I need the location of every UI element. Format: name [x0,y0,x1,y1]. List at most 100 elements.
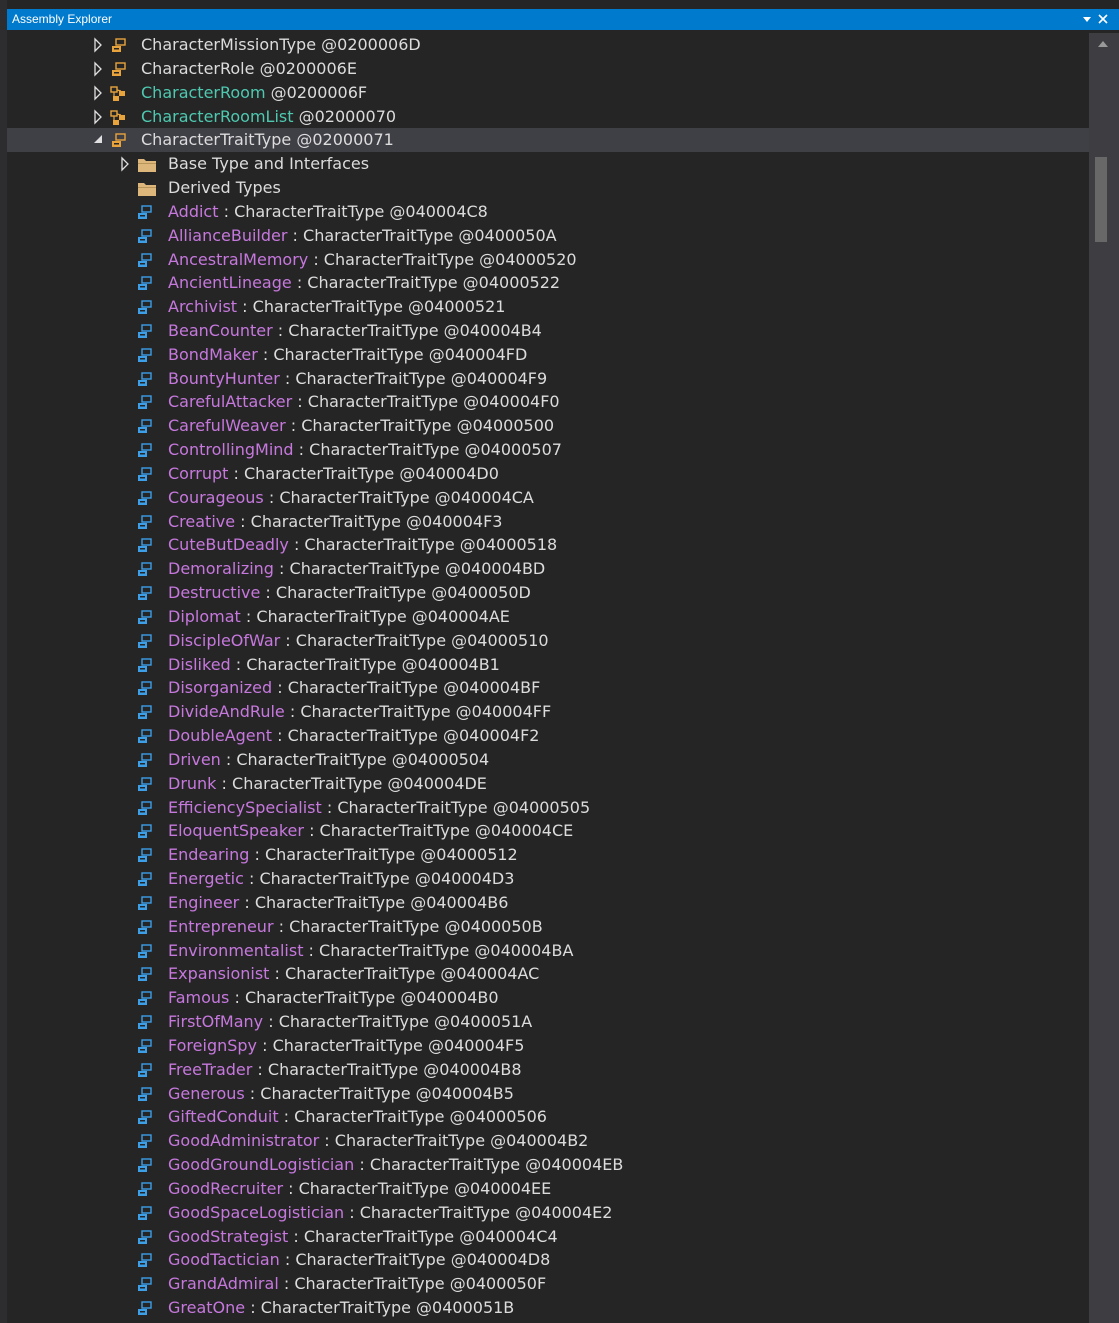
enum-field-node[interactable]: Courageous : CharacterTraitType @040004C… [7,486,1089,510]
field-name: FirstOfMany [168,1012,264,1031]
enum-field-node[interactable]: EloquentSpeaker : CharacterTraitType @04… [7,819,1089,843]
enum-field-node[interactable]: FirstOfMany : CharacterTraitType @040005… [7,1010,1089,1034]
field-type: CharacterTraitType [256,606,407,626]
enum-field-node[interactable]: Driven : CharacterTraitType @04000504 [7,748,1089,772]
enum-field-node[interactable]: CuteButDeadly : CharacterTraitType @0400… [7,533,1089,557]
type-node[interactable]: CharacterRoom @0200006F [7,81,1089,105]
enum-field-node[interactable]: Corrupt : CharacterTraitType @040004D0 [7,462,1089,486]
folder-node[interactable]: Derived Types [7,176,1089,200]
enum-field-node[interactable]: DoubleAgent : CharacterTraitType @040004… [7,724,1089,748]
enum-field-icon [136,1252,154,1268]
field-separator: : [273,559,290,579]
expand-arrow-icon[interactable] [92,33,104,57]
enum-field-node[interactable]: Energetic : CharacterTraitType @040004D3 [7,867,1089,891]
type-node[interactable]: CharacterTraitType @02000071 [7,128,1089,153]
enum-field-node[interactable]: Environmentalist : CharacterTraitType @0… [7,939,1089,963]
field-node-text: Entrepreneur : CharacterTraitType @04000… [168,915,543,939]
enum-field-node[interactable]: BeanCounter : CharacterTraitType @040004… [7,319,1089,343]
field-name: GoodTactician [168,1250,280,1270]
field-name: Endearing [168,845,250,865]
enum-field-node[interactable]: GiftedConduit : CharacterTraitType @0400… [7,1105,1089,1129]
enum-field-node[interactable]: BountyHunter : CharacterTraitType @04000… [7,367,1089,391]
field-name: Archivist [168,297,238,317]
collapse-arrow-icon[interactable] [92,128,104,152]
enum-field-node[interactable]: AncestralMemory : CharacterTraitType @04… [7,248,1089,272]
enum-field-node[interactable]: Expansionist : CharacterTraitType @04000… [7,962,1089,986]
enum-field-icon [136,1181,154,1197]
metadata-token: @040004BF [443,678,541,698]
field-name: DiscipleOfWar [168,630,281,650]
scroll-up-arrow-icon[interactable] [1096,39,1110,49]
metadata-token: @040004B8 [423,1059,522,1079]
enum-field-icon [136,657,154,673]
field-name: ForeignSpy [168,1035,258,1055]
enum-field-node[interactable]: Diplomat : CharacterTraitType @040004AE [7,605,1089,629]
enum-field-node[interactable]: ForeignSpy : CharacterTraitType @040004F… [7,1034,1089,1058]
field-node-text: FirstOfMany : CharacterTraitType @040005… [168,1010,532,1034]
enum-field-node[interactable]: GreatOne : CharacterTraitType @0400051B [7,1296,1089,1320]
enum-field-node[interactable]: Endearing : CharacterTraitType @04000512 [7,843,1089,867]
enum-field-node[interactable]: Disliked : CharacterTraitType @040004B1 [7,653,1089,677]
assembly-tree[interactable]: CharacterMissionType @0200006D CharacterR… [7,33,1089,1323]
enum-field-node[interactable]: DivideAndRule : CharacterTraitType @0400… [7,700,1089,724]
enum-field-node[interactable]: GoodSpaceLogistician : CharacterTraitTyp… [7,1201,1089,1225]
enum-field-node[interactable]: AncientLineage : CharacterTraitType @040… [7,271,1089,295]
enum-field-node[interactable]: AllianceBuilder : CharacterTraitType @04… [7,224,1089,248]
chevron-down-icon[interactable] [1080,9,1094,30]
enum-field-node[interactable]: DiscipleOfWar : CharacterTraitType @0400… [7,629,1089,653]
expand-arrow-icon[interactable] [92,57,104,81]
enum-field-node[interactable]: ControllingMind : CharacterTraitType @04… [7,438,1089,462]
enum-field-node[interactable]: Drunk : CharacterTraitType @040004DE [7,772,1089,796]
enum-field-node[interactable]: CarefulWeaver : CharacterTraitType @0400… [7,414,1089,438]
metadata-token: @040004AC [440,964,540,984]
panel-title-bar[interactable]: Assembly Explorer [7,9,1119,30]
field-name: AncestralMemory [168,249,309,269]
metadata-token: @040004B5 [415,1083,514,1103]
expand-arrow-icon[interactable] [92,81,104,105]
enum-field-node[interactable]: EfficiencySpecialist : CharacterTraitTyp… [7,796,1089,820]
field-node-text: ControllingMind : CharacterTraitType @04… [168,438,562,462]
enum-field-node[interactable]: CarefulAttacker : CharacterTraitType @04… [7,390,1089,414]
enum-field-node[interactable]: Entrepreneur : CharacterTraitType @04000… [7,915,1089,939]
enum-field-node[interactable]: GoodAdministrator : CharacterTraitType @… [7,1129,1089,1153]
enum-field-node[interactable]: Demoralizing : CharacterTraitType @04000… [7,557,1089,581]
metadata-token: @040004CA [434,487,534,507]
panel-title: Assembly Explorer [12,12,113,26]
enum-field-node[interactable]: Archivist : CharacterTraitType @04000521 [7,295,1089,319]
metadata-token: @040004B6 [410,892,509,912]
type-node[interactable]: CharacterRole @0200006E [7,57,1089,81]
enum-field-node[interactable]: Creative : CharacterTraitType @040004F3 [7,510,1089,534]
enum-field-icon [136,1109,154,1125]
enum-field-node[interactable]: BondMaker : CharacterTraitType @040004FD [7,343,1089,367]
enum-field-node[interactable]: Engineer : CharacterTraitType @040004B6 [7,891,1089,915]
expand-arrow-icon[interactable] [92,105,104,129]
close-icon[interactable] [1096,9,1110,30]
field-type: CharacterTraitType [272,1035,423,1055]
field-type: CharacterTraitType [307,273,458,293]
field-node-text: GoodStrategist : CharacterTraitType @040… [168,1225,558,1249]
enum-field-node[interactable]: FreeTrader : CharacterTraitType @040004B… [7,1058,1089,1082]
enum-field-node[interactable]: GoodGroundLogistician : CharacterTraitTy… [7,1153,1089,1177]
enum-field-node[interactable]: Destructive : CharacterTraitType @040005… [7,581,1089,605]
metadata-token: @02000071 [296,130,394,150]
field-separator: : [257,344,274,364]
enum-field-node[interactable]: GoodRecruiter : CharacterTraitType @0400… [7,1177,1089,1201]
vertical-scrollbar[interactable] [1089,33,1119,1323]
metadata-token: @040004BD [444,559,546,579]
type-node[interactable]: CharacterRoomList @02000070 [7,105,1089,129]
field-node-text: DiscipleOfWar : CharacterTraitType @0400… [168,629,549,653]
enum-field-node[interactable]: Famous : CharacterTraitType @040004B0 [7,986,1089,1010]
enum-field-node[interactable]: Addict : CharacterTraitType @040004C8 [7,200,1089,224]
scrollbar-thumb[interactable] [1095,157,1107,242]
type-node[interactable]: CharacterMissionType @0200006D [7,33,1089,57]
field-type: CharacterTraitType [337,797,488,817]
expand-arrow-icon[interactable] [119,152,131,176]
enum-field-node[interactable]: Generous : CharacterTraitType @040004B5 [7,1082,1089,1106]
folder-node[interactable]: Base Type and Interfaces [7,152,1089,176]
enum-field-node[interactable]: Disorganized : CharacterTraitType @04000… [7,676,1089,700]
field-separator: : [288,535,305,555]
enum-field-node[interactable]: GrandAdmiral : CharacterTraitType @04000… [7,1272,1089,1296]
field-node-text: Courageous : CharacterTraitType @040004C… [168,486,534,510]
enum-field-node[interactable]: GoodTactician : CharacterTraitType @0400… [7,1248,1089,1272]
enum-field-node[interactable]: GoodStrategist : CharacterTraitType @040… [7,1225,1089,1249]
